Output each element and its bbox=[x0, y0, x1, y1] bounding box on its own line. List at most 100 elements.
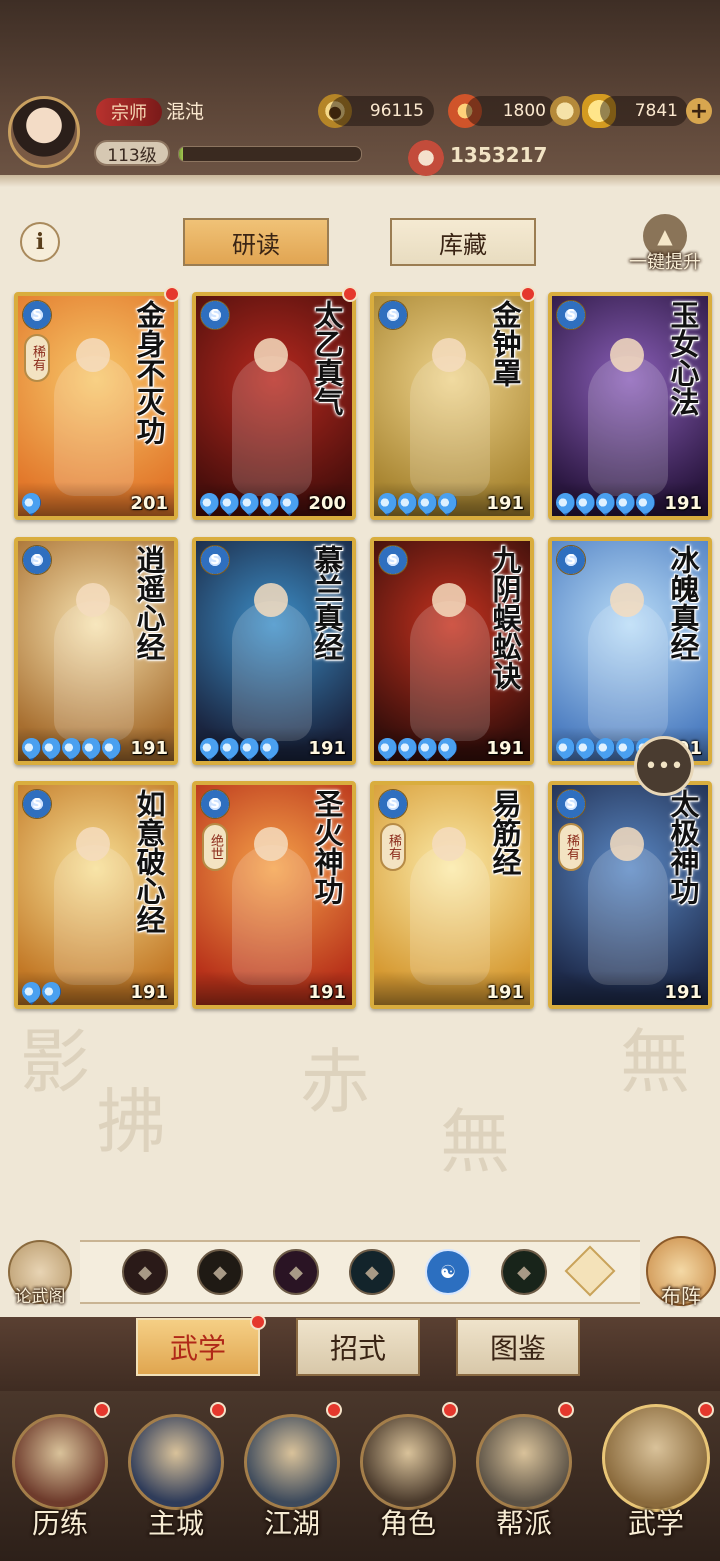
card-title: 逍遥心经 bbox=[132, 545, 166, 661]
bronze-coin-icon bbox=[550, 96, 580, 126]
notification-dot bbox=[164, 286, 180, 302]
player-level: 113级 bbox=[94, 140, 170, 166]
background-calligraphy: 赤 bbox=[300, 1041, 370, 1123]
nav-item-1[interactable]: 主城 bbox=[118, 1400, 234, 1550]
info-button[interactable]: i bbox=[20, 222, 60, 262]
taiji-school-icon[interactable]: ☯ bbox=[425, 1249, 471, 1295]
city-gate-icon bbox=[128, 1414, 224, 1510]
rarity-tag: 稀有 bbox=[24, 334, 50, 382]
star-droplets bbox=[552, 488, 659, 516]
nav-item-3[interactable]: 角色 bbox=[350, 1400, 466, 1550]
character-head bbox=[432, 583, 466, 617]
tab-read[interactable]: 研读 bbox=[183, 218, 329, 266]
xp-fill bbox=[179, 147, 183, 161]
star-droplets bbox=[374, 733, 461, 761]
top-bar-edge bbox=[0, 175, 720, 187]
notification-dot bbox=[94, 1402, 110, 1418]
nav-label: 江湖 bbox=[263, 1507, 320, 1540]
ingot-value: 7841 bbox=[600, 96, 688, 126]
skill-card[interactable]: S冰魄真经191 bbox=[548, 537, 712, 765]
school-icon: S bbox=[200, 789, 230, 819]
skill-card[interactable]: S 太乙真气 200 bbox=[192, 292, 356, 520]
character-figure bbox=[54, 845, 134, 985]
gang-emblem-icon bbox=[476, 1414, 572, 1510]
hat-character-icon bbox=[360, 1414, 456, 1510]
notification-dot bbox=[520, 286, 536, 302]
card-level: 191 bbox=[664, 493, 702, 514]
star-droplets bbox=[374, 488, 461, 516]
claw-school-icon[interactable]: ◆ bbox=[273, 1249, 319, 1295]
school-icon: S bbox=[200, 300, 230, 330]
subtab-2[interactable]: 图鉴 bbox=[456, 1318, 580, 1376]
skill-card[interactable]: S 逍遥心经 191 bbox=[14, 537, 178, 765]
player-name: 混沌 bbox=[166, 101, 205, 123]
character-figure bbox=[54, 356, 134, 496]
sword-school-icon[interactable]: ◆ bbox=[122, 1249, 168, 1295]
character-figure bbox=[410, 356, 490, 496]
nav-label: 主城 bbox=[147, 1507, 204, 1540]
nav-item-2[interactable]: 江湖 bbox=[234, 1400, 350, 1550]
card-title: 金钟罩 bbox=[488, 300, 522, 387]
nav-item-5[interactable]: 武学 bbox=[598, 1400, 714, 1550]
skill-card[interactable]: S 稀有 太极神功 191 bbox=[548, 781, 712, 1009]
character-figure bbox=[232, 601, 312, 741]
school-icon: S bbox=[22, 789, 52, 819]
chat-icon[interactable]: ••• bbox=[634, 736, 694, 796]
subtab-1[interactable]: 招式 bbox=[296, 1318, 420, 1376]
nav-label: 帮派 bbox=[495, 1507, 552, 1540]
nav-item-0[interactable]: 历练 bbox=[2, 1400, 118, 1550]
background-calligraphy: 拂 bbox=[96, 1081, 166, 1163]
character-figure bbox=[410, 845, 490, 985]
character-figure bbox=[588, 601, 668, 741]
card-level: 191 bbox=[486, 982, 524, 1003]
character-head bbox=[76, 338, 110, 372]
skill-card[interactable]: S 稀有 金身不灭功 201 bbox=[14, 292, 178, 520]
staff-school-icon[interactable]: ◆ bbox=[197, 1249, 243, 1295]
card-title: 慕兰真经 bbox=[310, 545, 344, 661]
notification-dot bbox=[342, 286, 358, 302]
fan-school-icon[interactable]: ◆ bbox=[349, 1249, 395, 1295]
tab-collection[interactable]: 库藏 bbox=[390, 218, 536, 266]
character-figure bbox=[588, 356, 668, 496]
rarity-tag: 绝世 bbox=[202, 823, 228, 871]
upgrade-all-button[interactable]: ▲ 一键提升 bbox=[620, 214, 710, 274]
subtab-0[interactable]: 武学 bbox=[136, 1318, 260, 1376]
skill-card[interactable]: S 如意破心经 191 bbox=[14, 781, 178, 1009]
character-head bbox=[76, 827, 110, 861]
school-icon: S bbox=[378, 789, 408, 819]
nav-label: 历练 bbox=[31, 1507, 88, 1540]
star-droplets bbox=[18, 977, 65, 1005]
skill-card[interactable]: S 九阴蜈蚣诀 191 bbox=[370, 537, 534, 765]
school-icon: S bbox=[556, 300, 586, 330]
character-head bbox=[432, 827, 466, 861]
skill-card[interactable]: S 稀有 易筋经 191 bbox=[370, 781, 534, 1009]
school-icon: S bbox=[556, 789, 586, 819]
notification-dot bbox=[250, 1314, 266, 1330]
scroll-sword-icon bbox=[12, 1414, 108, 1510]
rarity-tag: 稀有 bbox=[558, 823, 584, 871]
character-head bbox=[254, 583, 288, 617]
school-icon: S bbox=[22, 300, 52, 330]
skill-card[interactable]: S 玉女心法 191 bbox=[548, 292, 712, 520]
notification-dot bbox=[558, 1402, 574, 1418]
droplet-icon bbox=[632, 488, 659, 516]
add-currency-button[interactable]: + bbox=[686, 98, 712, 124]
school-icon: S bbox=[378, 545, 408, 575]
card-level: 191 bbox=[130, 982, 168, 1003]
character-head bbox=[610, 338, 644, 372]
character-head bbox=[610, 583, 644, 617]
character-figure bbox=[410, 601, 490, 741]
rarity-tag: 稀有 bbox=[380, 823, 406, 871]
character-figure bbox=[232, 356, 312, 496]
star-droplets bbox=[196, 733, 283, 761]
player-avatar[interactable] bbox=[8, 96, 80, 168]
skill-card[interactable]: S 绝世 圣火神功 191 bbox=[192, 781, 356, 1009]
card-title: 太极神功 bbox=[666, 789, 700, 905]
skill-card[interactable]: S 金钟罩 191 bbox=[370, 292, 534, 520]
gourd-school-icon[interactable]: ◆ bbox=[501, 1249, 547, 1295]
character-figure bbox=[232, 845, 312, 985]
character-figure bbox=[54, 601, 134, 741]
card-level: 201 bbox=[130, 493, 168, 514]
skill-card[interactable]: S 慕兰真经 191 bbox=[192, 537, 356, 765]
nav-item-4[interactable]: 帮派 bbox=[466, 1400, 582, 1550]
